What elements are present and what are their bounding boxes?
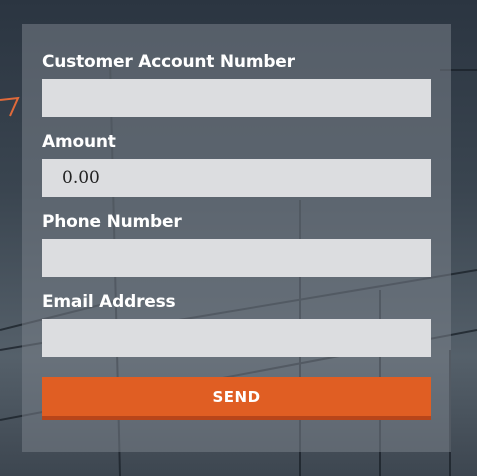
- email-address-input[interactable]: [42, 319, 431, 357]
- phone-number-input[interactable]: [42, 239, 431, 277]
- arrow-decoration: [0, 96, 20, 117]
- email-address-label: Email Address: [42, 292, 176, 312]
- account-number-label: Customer Account Number: [42, 52, 295, 72]
- phone-number-label: Phone Number: [42, 212, 182, 232]
- amount-label: Amount: [42, 132, 116, 152]
- account-number-input[interactable]: [42, 79, 431, 117]
- amount-input[interactable]: [42, 159, 431, 197]
- send-button[interactable]: SEND: [42, 377, 431, 420]
